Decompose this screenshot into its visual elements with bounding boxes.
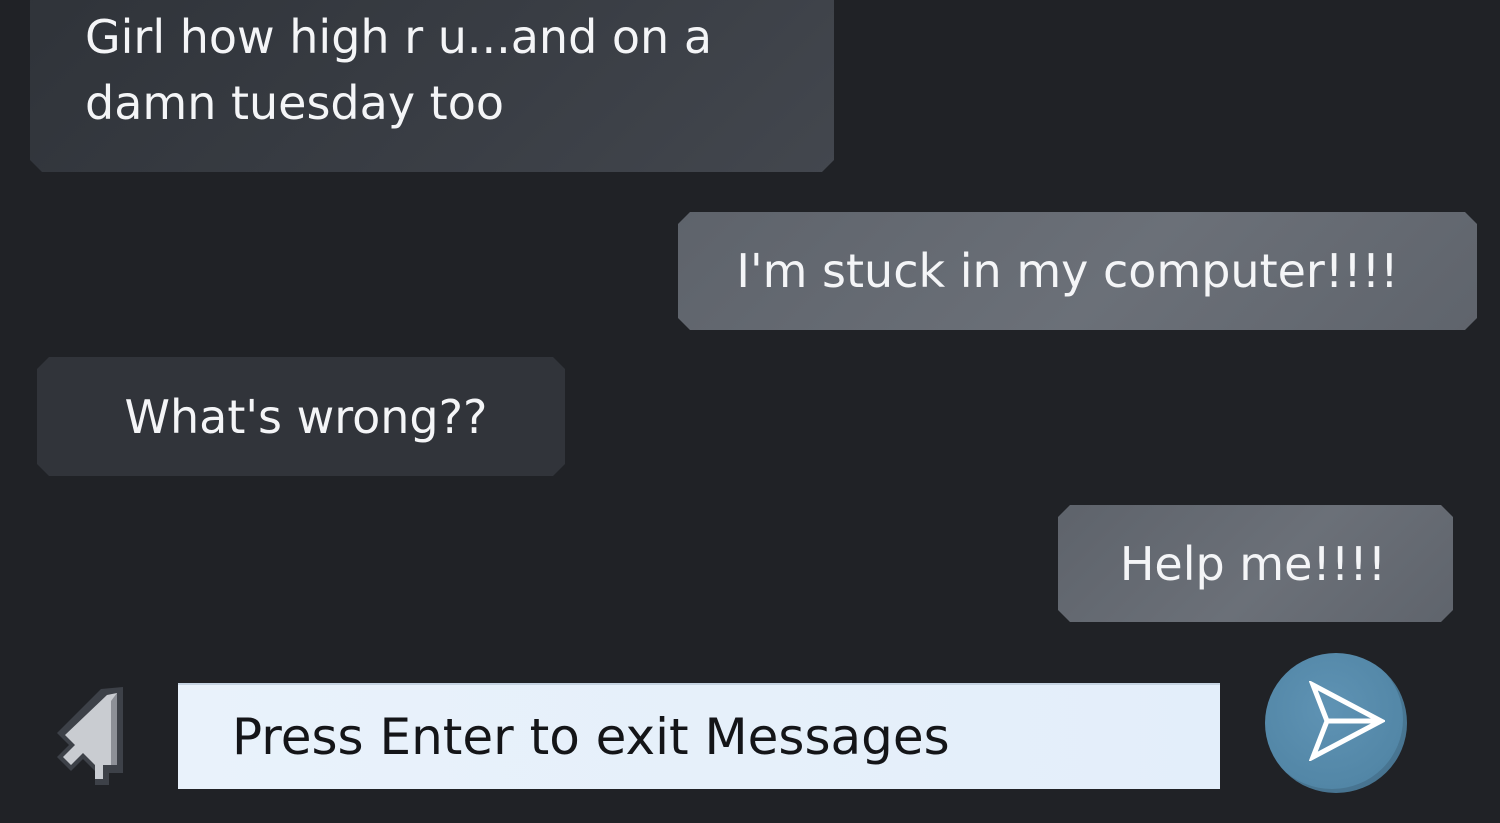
message-text: I'm stuck in my computer!!!!: [736, 244, 1399, 298]
message-bubble-received: What's wrong??: [37, 357, 565, 476]
message-bubble-received: Girl how high r u...and on a damn tuesda…: [30, 0, 834, 172]
message-input[interactable]: Press Enter to exit Messages: [178, 683, 1220, 789]
input-text: Press Enter to exit Messages: [232, 708, 950, 766]
send-button[interactable]: [1265, 653, 1407, 793]
message-text: What's wrong??: [124, 389, 488, 444]
pixel-arrow-cursor-icon: [55, 685, 127, 785]
paper-plane-send-icon: [1309, 681, 1385, 761]
message-text: Girl how high r u...and on a damn tuesda…: [85, 10, 713, 130]
message-bubble-sent: Help me!!!!: [1058, 505, 1453, 622]
messages-screen: Girl how high r u...and on a damn tuesda…: [0, 0, 1500, 823]
message-bubble-sent: I'm stuck in my computer!!!!: [678, 212, 1477, 330]
message-text: Help me!!!!: [1119, 536, 1387, 591]
